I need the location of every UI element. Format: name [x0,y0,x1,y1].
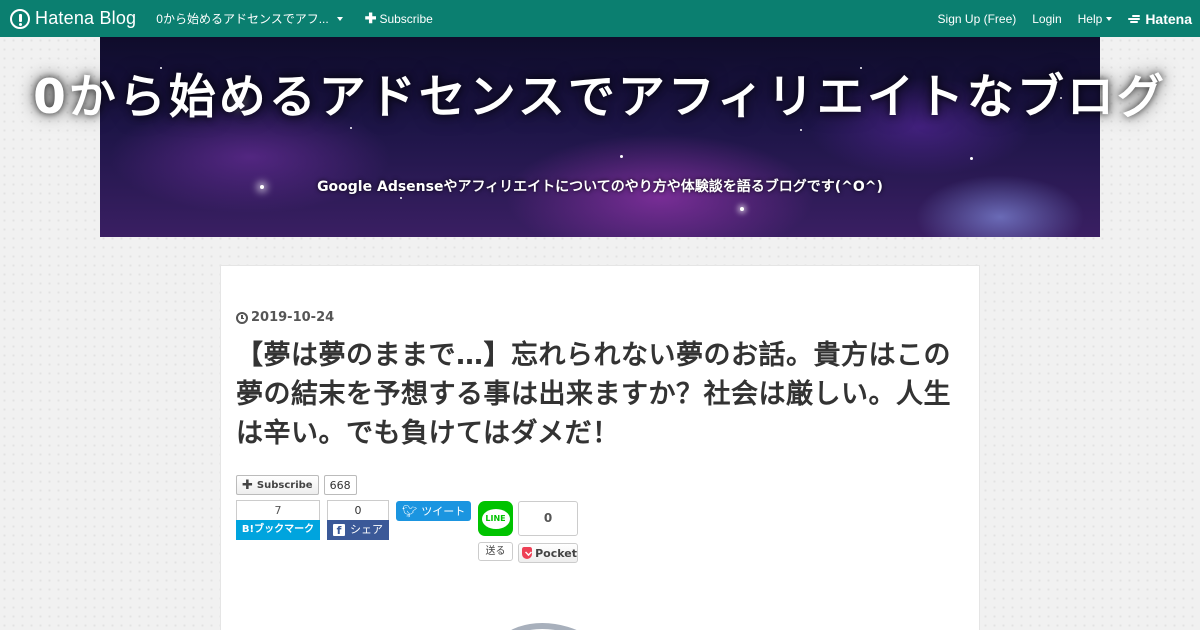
hatena-logo[interactable]: Hatena [1128,11,1192,27]
article-title[interactable]: 【夢は夢のままで…】忘れられない夢のお話。貴方はこの夢の結末を予想する事は出来ま… [236,336,956,453]
line-icon: LINE [481,508,510,529]
hatena-bookmark-label: B!ブックマーク [236,520,320,540]
blog-selector-label: 0から始めるアドセンスでアフ... [156,12,329,26]
twitter-bird-icon: 🐦︎ [402,504,418,518]
facebook-share-label: シェア [350,523,383,536]
article-date[interactable]: 2019-10-24 [236,310,334,325]
signup-link[interactable]: Sign Up (Free) [938,12,1017,26]
header-right-nav: Sign Up (Free) Login Help Hatena [922,0,1192,37]
subscribe-link-label: Subscribe [379,11,433,26]
subscriber-count: 668 [323,475,357,495]
blog-description: Google Adsenseやアフィリエイトについてのやり方や体験談を語るブログ… [317,179,883,195]
help-menu[interactable]: Help [1078,12,1113,26]
plus-icon: ✚ [242,477,253,493]
facebook-icon: f [333,524,345,537]
subscribe-link[interactable]: ✚ Subscribe [365,10,433,27]
pocket-count: 0 [518,501,578,536]
pocket-button-label: Pocket [535,546,577,560]
chevron-down-icon [336,16,343,21]
brand-name: Hatena Blog [35,8,137,28]
pocket-button[interactable]: Pocket [518,543,578,563]
hatena-bookmark-count: 7 [236,500,320,520]
line-send-button[interactable]: 送る [478,542,513,561]
plus-icon: ✚ [364,10,377,26]
subscribe-widget: ✚ Subscribe 668 [236,475,357,495]
pocket-icon [522,547,533,559]
chevron-down-icon [1106,16,1113,21]
blog-selector-dropdown[interactable]: 0から始めるアドセンスでアフ... [156,10,343,27]
clock-icon [236,311,248,324]
subscribe-button[interactable]: ✚ Subscribe [236,475,319,495]
subscribe-button-label: Subscribe [256,479,313,491]
hatena-mark-icon [1128,14,1142,24]
hatena-bookmark-button[interactable]: 7 B!ブックマーク [236,500,320,540]
help-menu-label: Help [1077,11,1103,26]
facebook-share-count: 0 [327,500,389,520]
global-header: Hatena Blog 0から始めるアドセンスでアフ... ✚ Subscrib… [0,0,1200,37]
blog-title[interactable]: 0から始めるアドセンスでアフィリエイトなブログ [0,74,1200,122]
facebook-share-button[interactable]: 0 f シェア [327,500,389,540]
article-date-text: 2019-10-24 [251,310,335,325]
hatena-blog-icon [10,8,30,29]
hatena-logo-text: Hatena [1145,10,1192,27]
twitter-tweet-button[interactable]: 🐦︎ ツイート [396,501,471,521]
login-link[interactable]: Login [1032,12,1061,26]
hatena-blog-logo[interactable]: Hatena Blog [10,0,136,37]
blog-header-image [100,37,1100,237]
article-card: 2019-10-24 【夢は夢のままで…】忘れられない夢のお話。貴方はこの夢の結… [220,265,980,630]
article-image [511,623,577,630]
line-share-button[interactable]: LINE [478,501,513,536]
twitter-tweet-label: ツイート [421,505,466,518]
